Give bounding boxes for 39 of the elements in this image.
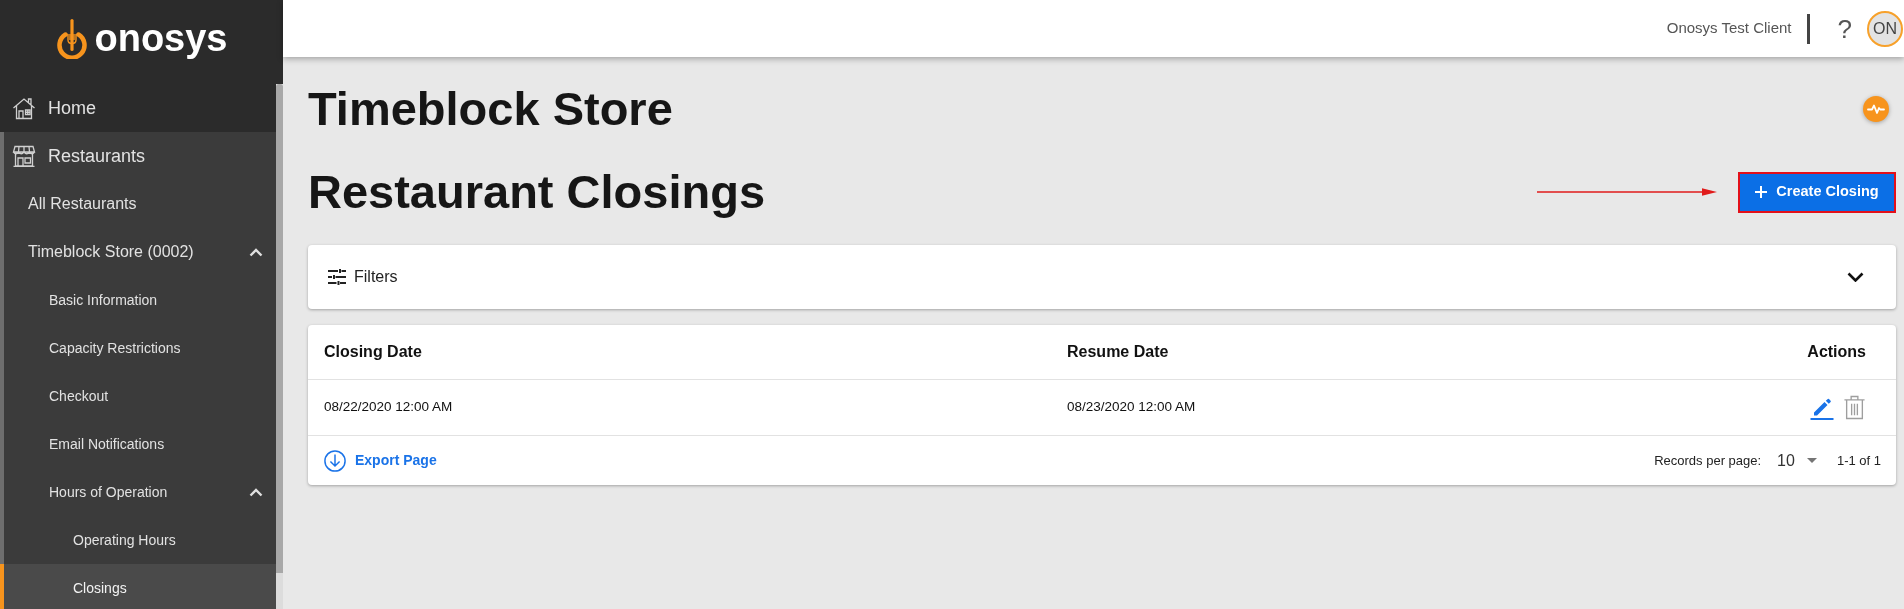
sidebar-item[interactable]: Operating Hours xyxy=(0,516,276,564)
export-link[interactable]: Export Page xyxy=(324,449,437,472)
help-button[interactable]: ? xyxy=(1837,15,1852,42)
download-icon xyxy=(324,449,346,472)
user-avatar[interactable]: ON xyxy=(1867,10,1903,47)
sidebar-item[interactable]: Restaurants xyxy=(0,132,276,180)
page-title: Restaurant Closings xyxy=(308,164,766,220)
page-size-select[interactable]: 10 xyxy=(1777,448,1817,473)
filters-panel[interactable]: Filters xyxy=(308,245,1896,309)
client-name: Onosys Test Client xyxy=(1666,18,1792,39)
chevron-down-icon[interactable] xyxy=(1847,272,1864,282)
page-range: 1-1 of 1 xyxy=(1836,451,1881,470)
column-header: Actions xyxy=(1807,342,1866,362)
logo-icon xyxy=(55,17,90,59)
column-header: Closing Date xyxy=(324,342,423,362)
sliders-icon xyxy=(328,269,346,285)
trash-icon[interactable] xyxy=(1843,395,1866,420)
store-title: Timeblock Store xyxy=(308,81,673,137)
storefront-icon xyxy=(12,144,36,168)
table-cell-text: 08/23/2020 12:00 AM xyxy=(1067,398,1197,417)
sidebar-item[interactable]: Capacity Restrictions xyxy=(0,324,276,372)
sidebar-item[interactable]: Basic Information xyxy=(0,276,276,324)
house-icon xyxy=(12,96,36,120)
activity-icon[interactable] xyxy=(1863,96,1889,122)
sidebar-item[interactable]: All Restaurants xyxy=(0,180,276,228)
sidebar-item[interactable]: Checkout xyxy=(0,372,276,420)
create-closing-button[interactable]: Create Closing xyxy=(1738,171,1896,213)
plus-icon xyxy=(1755,186,1768,198)
sidebar-item[interactable]: Home xyxy=(0,84,276,132)
table-cell-text: 08/22/2020 12:00 AM xyxy=(324,398,454,417)
column-header: Resume Date xyxy=(1067,342,1170,362)
filters-label: Filters xyxy=(354,267,398,287)
logo-text: onosys xyxy=(94,19,228,57)
records-per-page-label: Records per page: xyxy=(1654,451,1762,470)
sidebar-item[interactable]: Hours of Operation xyxy=(0,468,276,516)
caret-icon xyxy=(1806,458,1817,463)
sidebar-item[interactable]: Closings xyxy=(0,564,276,609)
sidebar-item[interactable]: Email Notifications xyxy=(0,420,276,468)
sidebar-item[interactable]: Timeblock Store (0002) xyxy=(0,228,276,276)
